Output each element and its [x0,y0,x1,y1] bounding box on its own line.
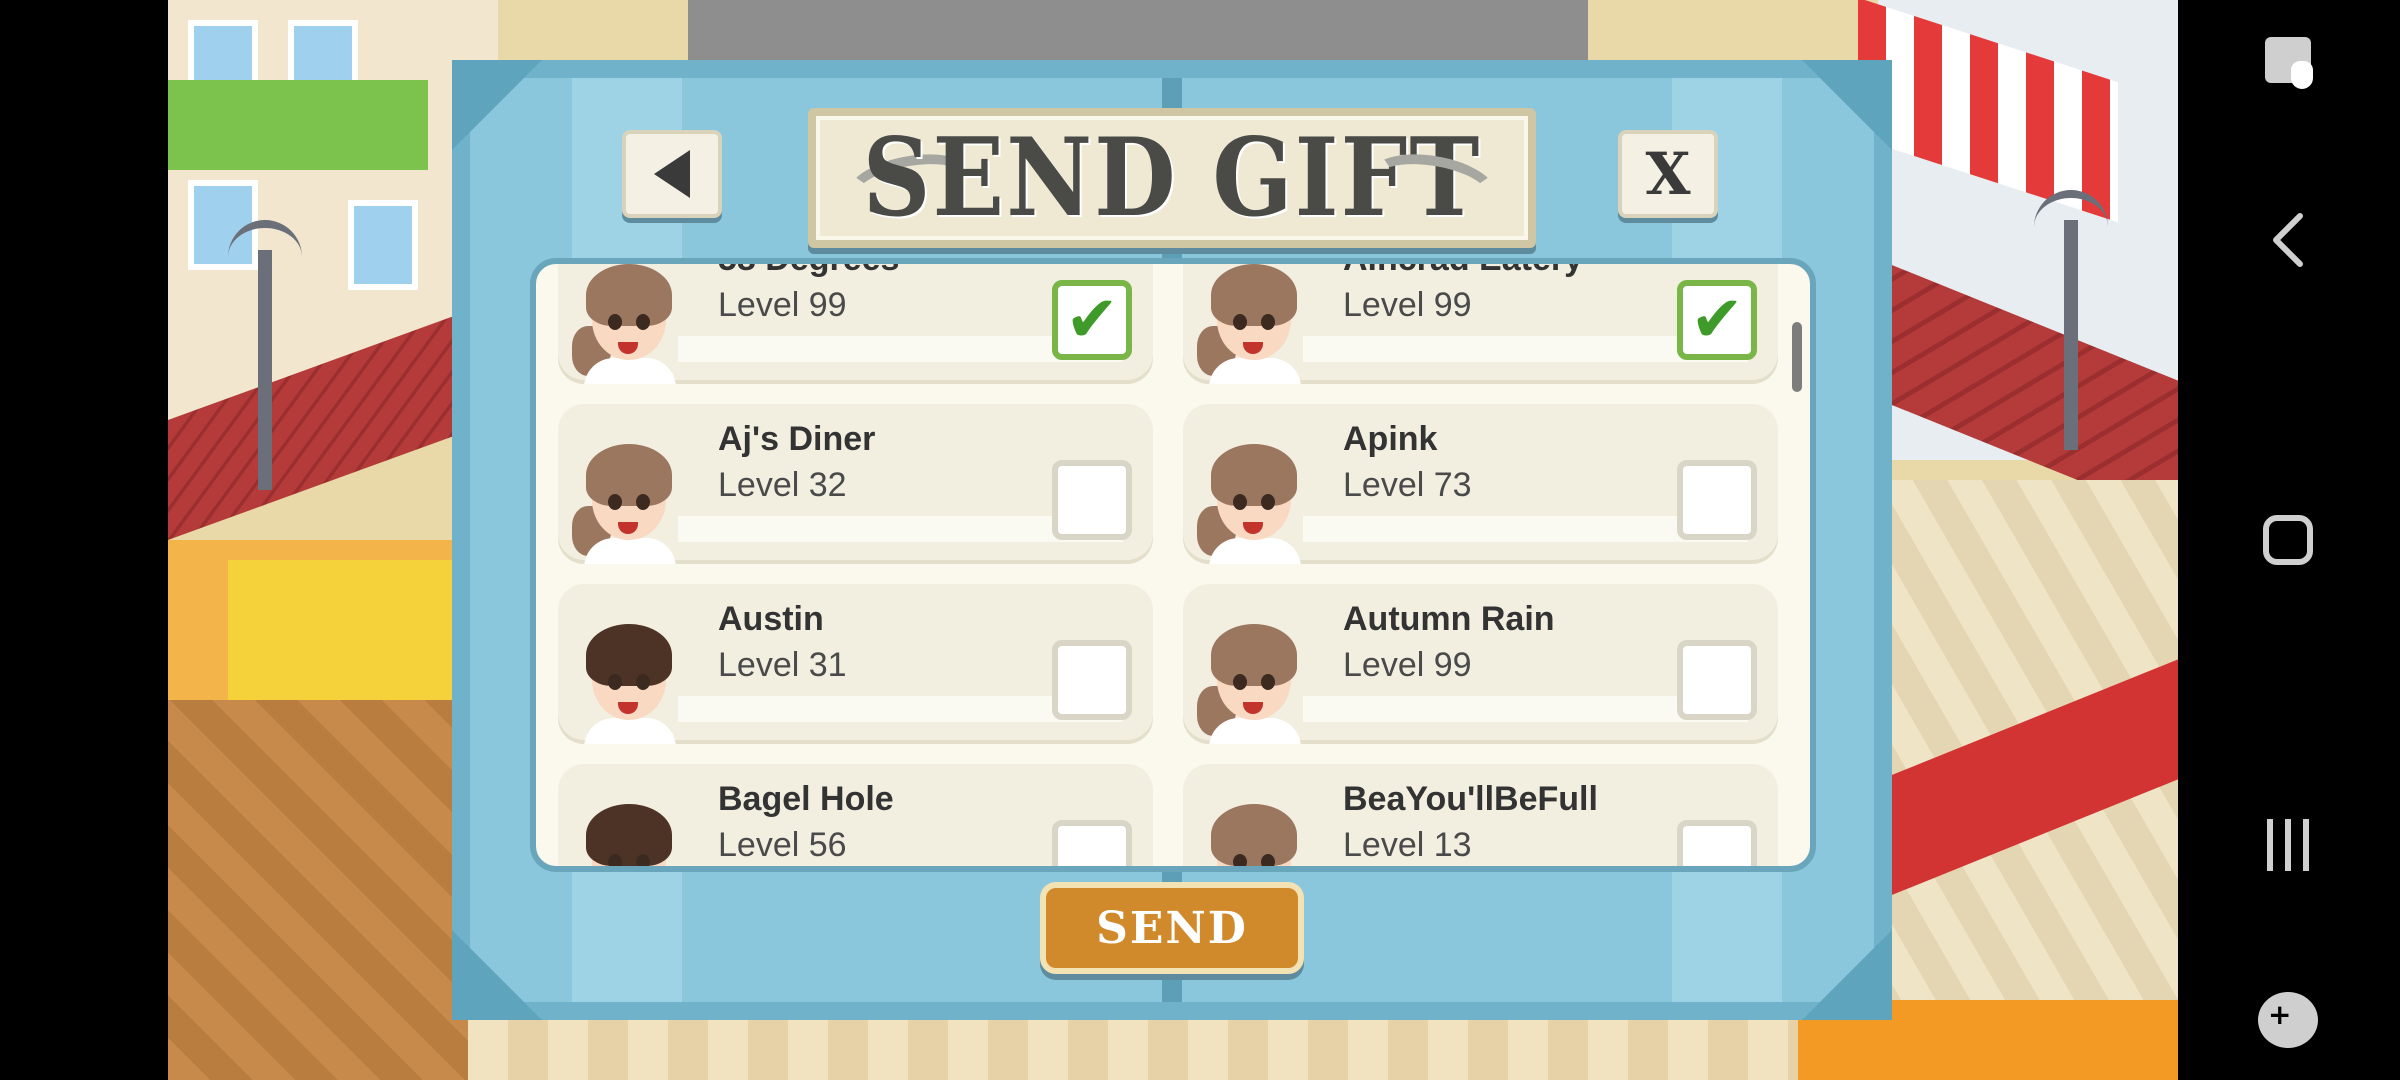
friend-name: BeaYou'llBeFull [1343,780,1598,818]
chef-avatar-icon [1197,606,1303,744]
street-lamp-right [2034,190,2108,450]
title-plate: SEND GIFT [808,108,1536,248]
back-button[interactable] [622,130,722,218]
friend-level: Level 99 [1343,286,1472,324]
friend-card[interactable]: Aj's Diner Level 32 ✔ [558,404,1153,564]
select-checkbox[interactable]: ✔ [1052,280,1132,360]
friend-name: Aj's Diner [718,420,876,458]
friend-card[interactable]: Austin Level 31 ✔ [558,584,1153,744]
friend-level: Level 73 [1343,466,1472,504]
friend-level: Level 31 [718,646,847,684]
dining-floor [468,1010,1878,1080]
friend-card[interactable]: Aincrad Eatery Level 99 ✔ [1183,258,1778,384]
game-tools-icon[interactable] [2248,980,2328,1060]
select-checkbox[interactable]: ✔ [1677,460,1757,540]
select-checkbox[interactable]: ✔ [1052,460,1132,540]
close-button[interactable]: X [1618,130,1718,218]
checkmark-icon: ✔ [1690,283,1744,357]
chef-avatar-icon [1203,786,1303,866]
home-icon[interactable] [2248,500,2328,580]
select-checkbox[interactable]: ✔ [1677,820,1757,866]
friend-row: Bagel Hole Level 56 ✔ BeaYou'llBeFull Level … [558,764,1778,866]
friend-list[interactable]: 58 Degrees Level 99 ✔ Aincrad Eatery Level 9… [530,258,1816,872]
friend-level: Level 56 [718,826,847,864]
friend-name: 58 Degrees [718,258,900,278]
send-gift-dialog: SEND GIFT X 58 Degrees Level 99 ✔ Aincrad E… [452,60,1892,1020]
friend-list-content: 58 Degrees Level 99 ✔ Aincrad Eatery Level 9… [558,258,1778,866]
system-nav-bar [2178,0,2400,1080]
street-lamp [228,220,302,490]
friend-card[interactable]: Autumn Rain Level 99 ✔ [1183,584,1778,744]
select-checkbox[interactable]: ✔ [1052,640,1132,720]
flower-box [168,80,428,170]
friend-name: Austin [718,600,824,638]
wood-floor [168,700,498,1080]
pen-touch-icon[interactable] [2248,20,2328,100]
back-icon[interactable] [2248,200,2328,280]
close-icon: X [1645,140,1691,208]
friend-row: 58 Degrees Level 99 ✔ Aincrad Eatery Level 9… [558,258,1778,384]
chef-avatar-icon [1197,426,1303,564]
friend-level: Level 32 [718,466,847,504]
send-button[interactable]: SEND [1040,882,1304,974]
select-checkbox[interactable]: ✔ [1677,640,1757,720]
yellow-wall [228,560,488,720]
friend-name: Bagel Hole [718,780,894,818]
friend-name: Autumn Rain [1343,600,1555,638]
friend-name: Aincrad Eatery [1343,258,1583,278]
checkmark-icon: ✔ [1065,283,1119,357]
friend-name: Apink [1343,420,1438,458]
chef-avatar-icon [572,426,678,564]
recent-apps-icon[interactable] [2248,805,2328,885]
friend-level: Level 99 [718,286,847,324]
friend-row: Austin Level 31 ✔ Autumn Rain Level 99 ✔ [558,584,1778,744]
friend-level: Level 99 [1343,646,1472,684]
send-button-label: SEND [1096,902,1248,954]
chef-avatar-icon [572,264,678,384]
friend-card[interactable]: Bagel Hole Level 56 ✔ [558,764,1153,866]
screen: SEND GIFT X 58 Degrees Level 99 ✔ Aincrad E… [0,0,2400,1080]
chef-avatar-icon [578,786,678,866]
scrollbar[interactable] [1792,322,1802,392]
friend-card[interactable]: Apink Level 73 ✔ [1183,404,1778,564]
select-checkbox[interactable]: ✔ [1052,820,1132,866]
select-checkbox[interactable]: ✔ [1677,280,1757,360]
friend-card[interactable]: 58 Degrees Level 99 ✔ [558,258,1153,384]
friend-row: Aj's Diner Level 32 ✔ Apink Level 73 ✔ [558,404,1778,564]
back-arrow-icon [654,150,690,198]
chef-avatar-icon [1197,264,1303,384]
friend-card[interactable]: BeaYou'llBeFull Level 13 ✔ [1183,764,1778,866]
friend-level: Level 13 [1343,826,1472,864]
chef-avatar-icon [578,606,678,744]
